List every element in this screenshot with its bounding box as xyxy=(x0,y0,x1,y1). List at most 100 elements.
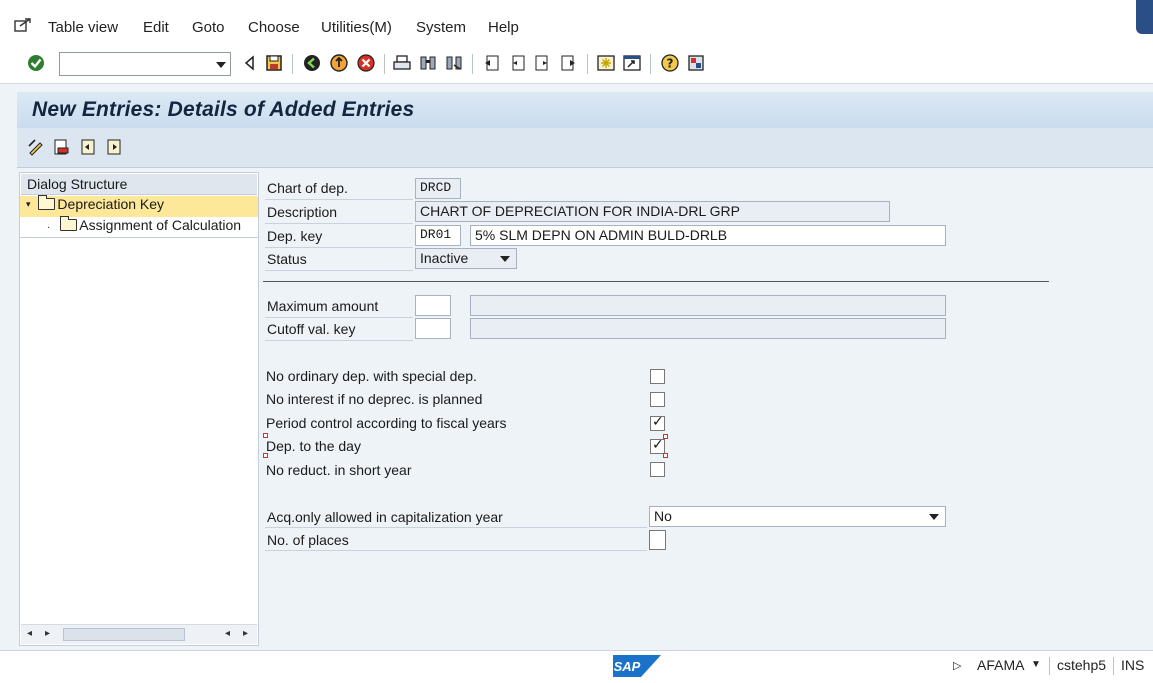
next-page-icon[interactable] xyxy=(533,53,553,73)
dep-to-the-day-checkbox[interactable] xyxy=(650,437,665,454)
menu-utilities[interactable]: Utilities(M) xyxy=(321,19,392,36)
section-divider xyxy=(263,281,1049,282)
status-value: Inactive xyxy=(420,250,469,266)
dialog-structure-panel: Dialog Structure ▾ Depreciation Key · As… xyxy=(19,172,259,646)
delete-icon[interactable] xyxy=(52,138,70,156)
tree-horizontal-scrollbar[interactable]: ◂ ▸ ◂ ▸ xyxy=(21,624,257,644)
description-label: Description xyxy=(267,204,338,220)
print-icon[interactable] xyxy=(392,53,412,73)
expand-arrow-icon[interactable]: ▾ xyxy=(26,199,31,209)
dialog-structure-header: Dialog Structure xyxy=(21,174,257,195)
menu-bar: Table view Edit Goto Choose Utilities(M)… xyxy=(0,0,1153,44)
checkbox-label: Dep. to the day xyxy=(266,438,361,454)
previous-page-icon[interactable] xyxy=(507,53,527,73)
toolbar-separator xyxy=(650,54,651,74)
toolbar-separator xyxy=(292,54,293,74)
layout-menu-icon[interactable] xyxy=(686,53,706,73)
cutoff-val-key-text-field xyxy=(470,318,946,339)
scroll-right-icon[interactable]: ▸ xyxy=(243,628,248,639)
selection-handle xyxy=(263,453,268,458)
menu-system[interactable]: System xyxy=(416,19,466,36)
previous-entry-icon[interactable] xyxy=(79,138,97,156)
selection-handle xyxy=(663,453,668,458)
acq-only-dropdown[interactable]: No xyxy=(649,506,946,527)
checkbox-label: No interest if no deprec. is planned xyxy=(266,391,483,407)
tree-item-label: Assignment of Calculation xyxy=(79,217,242,233)
checkbox-label: No reduct. in short year xyxy=(266,462,412,478)
open-folder-icon xyxy=(38,195,56,210)
exit-icon[interactable] xyxy=(329,53,349,73)
no-reduct-short-year-checkbox[interactable] xyxy=(650,462,665,477)
find-icon[interactable] xyxy=(418,53,438,73)
menu-goto[interactable]: Goto xyxy=(192,19,225,36)
back-green-icon[interactable] xyxy=(302,53,322,73)
acq-only-value: No xyxy=(654,508,672,524)
maximum-amount-text-field xyxy=(470,295,946,316)
svg-text:SAP: SAP xyxy=(614,659,641,674)
folder-icon xyxy=(60,216,78,231)
system-menu-icon[interactable] xyxy=(14,17,32,33)
chevron-down-icon[interactable] xyxy=(216,62,226,68)
scroll-right-icon[interactable]: ▸ xyxy=(45,628,50,639)
chart-of-dep-field: DRCD xyxy=(415,178,461,199)
cancel-icon[interactable] xyxy=(356,53,376,73)
enter-icon[interactable] xyxy=(26,53,46,73)
maximum-amount-field[interactable] xyxy=(415,295,451,316)
back-icon[interactable] xyxy=(240,53,260,73)
label-underline xyxy=(265,340,413,341)
no-of-places-field[interactable] xyxy=(649,530,666,550)
toolbar-separator xyxy=(384,54,385,74)
checkbox-label: No ordinary dep. with special dep. xyxy=(266,368,477,384)
label-underline xyxy=(265,199,413,200)
save-icon[interactable] xyxy=(264,53,284,73)
display-change-icon[interactable] xyxy=(27,138,45,156)
scroll-left-icon[interactable]: ◂ xyxy=(27,628,32,639)
toolbar-separator xyxy=(587,54,588,74)
dep-key-text-field[interactable]: 5% SLM DEPN ON ADMIN BULD-DRLB xyxy=(470,225,946,246)
tree-item-assignment-of-calculation[interactable]: · Assignment of Calculation xyxy=(20,216,258,238)
menu-table-view[interactable]: Table view xyxy=(48,19,118,36)
dep-key-field[interactable]: DR01 xyxy=(415,225,461,246)
tree-item-depreciation-key[interactable]: ▾ Depreciation Key xyxy=(20,195,258,217)
last-page-icon[interactable] xyxy=(559,53,579,73)
label-underline xyxy=(265,247,413,248)
svg-text:?: ? xyxy=(667,57,674,71)
help-icon[interactable]: ? xyxy=(660,53,680,73)
selection-handle xyxy=(663,434,668,439)
selection-handle xyxy=(263,433,268,438)
scroll-left-icon[interactable]: ◂ xyxy=(225,628,230,639)
transaction-code: AFAMA xyxy=(977,657,1025,673)
status-expand-icon[interactable]: ▷ xyxy=(953,659,961,672)
create-session-icon[interactable] xyxy=(596,53,616,73)
menu-help[interactable]: Help xyxy=(488,19,519,36)
menu-choose[interactable]: Choose xyxy=(248,19,300,36)
chevron-down-icon[interactable] xyxy=(929,514,939,520)
dep-key-label: Dep. key xyxy=(267,228,323,244)
status-label: Status xyxy=(267,251,307,267)
command-input[interactable] xyxy=(60,53,206,75)
label-underline xyxy=(265,317,413,318)
scrollbar-thumb[interactable] xyxy=(63,628,185,641)
no-ordinary-dep-checkbox[interactable] xyxy=(650,369,665,384)
status-dropdown[interactable]: Inactive xyxy=(415,248,517,269)
find-next-icon[interactable] xyxy=(444,53,464,73)
first-page-icon[interactable] xyxy=(481,53,501,73)
description-field: CHART OF DEPRECIATION FOR INDIA-DRL GRP xyxy=(415,201,890,222)
label-underline xyxy=(265,270,413,271)
cutoff-val-key-field[interactable] xyxy=(415,318,451,339)
acq-only-label: Acq.only allowed in capitalization year xyxy=(267,509,503,525)
window-edge xyxy=(1136,0,1153,34)
menu-edit[interactable]: Edit xyxy=(143,19,169,36)
server-name: cstehp5 xyxy=(1057,657,1107,673)
chevron-down-icon[interactable]: ▼ xyxy=(1031,659,1041,670)
no-interest-checkbox[interactable] xyxy=(650,392,665,407)
sap-logo: SAP xyxy=(613,655,661,677)
maximum-amount-label: Maximum amount xyxy=(267,298,379,314)
period-control-checkbox[interactable] xyxy=(650,414,665,431)
chart-of-dep-label: Chart of dep. xyxy=(267,180,348,196)
shortcut-icon[interactable] xyxy=(622,53,642,73)
application-toolbar xyxy=(17,128,1153,168)
chevron-down-icon[interactable] xyxy=(500,256,510,262)
command-field[interactable] xyxy=(59,52,231,76)
next-entry-icon[interactable] xyxy=(105,138,123,156)
